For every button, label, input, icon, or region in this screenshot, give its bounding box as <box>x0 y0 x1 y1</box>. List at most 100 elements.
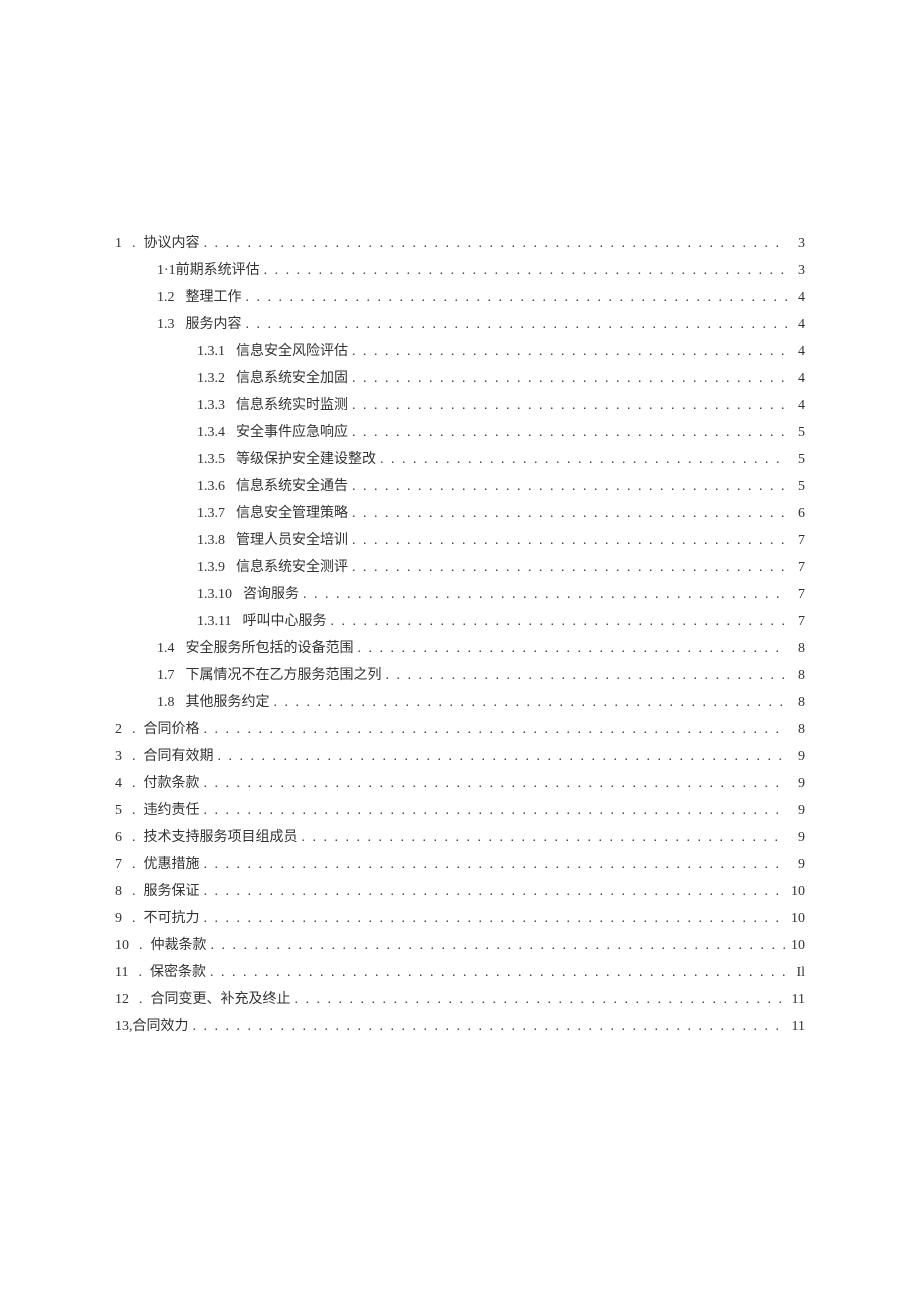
toc-entry-title: 信息系统安全加固 <box>236 365 348 392</box>
toc-leader-dots: . . . . . . . . . . . . . . . . . . . . … <box>270 689 788 716</box>
toc-entry: 11 .保密条款. . . . . . . . . . . . . . . . … <box>115 959 805 986</box>
toc-leader-dots: . . . . . . . . . . . . . . . . . . . . … <box>200 230 788 257</box>
toc-entry: 12 .合同变更、补充及终止. . . . . . . . . . . . . … <box>115 986 805 1013</box>
toc-entry-number: 6 <box>115 824 126 851</box>
toc-entry-page: 9 <box>787 797 805 824</box>
toc-leader-dots: . . . . . . . . . . . . . . . . . . . . … <box>354 635 788 662</box>
toc-entry: 1.3.2 信息系统安全加固. . . . . . . . . . . . . … <box>115 365 805 392</box>
toc-entry-number: 1.4 <box>157 635 179 662</box>
toc-entry-title: 下属情况不在乙方服务范围之列 <box>186 662 382 689</box>
toc-leader-dots: . . . . . . . . . . . . . . . . . . . . … <box>214 743 788 770</box>
toc-entry: 1.3.6 信息系统安全通告. . . . . . . . . . . . . … <box>115 473 805 500</box>
toc-entry: 6 .技术支持服务项目组成员. . . . . . . . . . . . . … <box>115 824 805 851</box>
toc-entry: 1.3.3 信息系统实时监测. . . . . . . . . . . . . … <box>115 392 805 419</box>
toc-entry-separator: . <box>126 878 144 905</box>
toc-entry-separator: . <box>133 932 151 959</box>
toc-entry-page: 6 <box>787 500 805 527</box>
toc-entry: 1.3.4 安全事件应急响应. . . . . . . . . . . . . … <box>115 419 805 446</box>
toc-entry-separator: . <box>126 743 144 770</box>
toc-entry-page: 11 <box>787 986 805 1013</box>
toc-leader-dots: . . . . . . . . . . . . . . . . . . . . … <box>260 257 787 284</box>
toc-entry-number: 1.2 <box>157 284 179 311</box>
toc-entry-page: 4 <box>787 365 805 392</box>
toc-entry-number: 5 <box>115 797 126 824</box>
toc-leader-dots: . . . . . . . . . . . . . . . . . . . . … <box>348 554 787 581</box>
toc-entry: 10 .仲裁条款. . . . . . . . . . . . . . . . … <box>115 932 805 959</box>
toc-entry-number: 1.8 <box>157 689 179 716</box>
toc-entry: 5 .违约责任. . . . . . . . . . . . . . . . .… <box>115 797 805 824</box>
toc-leader-dots: . . . . . . . . . . . . . . . . . . . . … <box>206 959 787 986</box>
toc-entry-number: 11 <box>115 959 132 986</box>
toc-entry-title: 仲裁条款 <box>151 932 207 959</box>
toc-leader-dots: . . . . . . . . . . . . . . . . . . . . … <box>348 500 784 527</box>
toc-entry-title: 信息安全风险评估 <box>236 338 348 365</box>
toc-leader-dots: . . . . . . . . . . . . . . . . . . . . … <box>189 1013 788 1040</box>
toc-entry: 8 .服务保证. . . . . . . . . . . . . . . . .… <box>115 878 805 905</box>
toc-entry-title: 信息安全管理策略 <box>236 500 348 527</box>
toc-entry-separator: . <box>126 824 144 851</box>
toc-entry-page: 7 <box>787 527 805 554</box>
toc-entry-page: 5 <box>787 446 805 473</box>
toc-entry-title: 整理工作 <box>186 284 242 311</box>
toc-entry: 1.4 安全服务所包括的设备范围. . . . . . . . . . . . … <box>115 635 805 662</box>
toc-leader-dots: . . . . . . . . . . . . . . . . . . . . … <box>200 770 788 797</box>
toc-leader-dots: . . . . . . . . . . . . . . . . . . . . … <box>348 419 784 446</box>
toc-entry: 1.7 下属情况不在乙方服务范围之列. . . . . . . . . . . … <box>115 662 805 689</box>
toc-entry-number: 1.3.11 <box>197 608 235 635</box>
toc-entry: 1 .协议内容. . . . . . . . . . . . . . . . .… <box>115 230 805 257</box>
toc-entry-title: 13,合同效力 <box>115 1013 189 1040</box>
toc-entry-title: 信息系统实时监测 <box>236 392 348 419</box>
toc-entry-page: 9 <box>787 743 805 770</box>
table-of-contents: 1 .协议内容. . . . . . . . . . . . . . . . .… <box>115 230 805 1040</box>
toc-entry-page: 9 <box>787 824 805 851</box>
toc-entry-title: 服务内容 <box>186 311 242 338</box>
toc-entry-separator: . <box>126 797 144 824</box>
toc-entry-number: 1.3.3 <box>197 392 229 419</box>
toc-entry-title: 付款条款 <box>144 770 200 797</box>
toc-entry: 3 .合同有效期. . . . . . . . . . . . . . . . … <box>115 743 805 770</box>
toc-entry-page: 4 <box>787 338 805 365</box>
toc-entry-title: 服务保证 <box>144 878 200 905</box>
toc-entry-title: 1·1前期系统评估 <box>157 257 260 284</box>
toc-leader-dots: . . . . . . . . . . . . . . . . . . . . … <box>348 527 787 554</box>
toc-entry: 1·1前期系统评估. . . . . . . . . . . . . . . .… <box>115 257 805 284</box>
toc-entry-page: 10 <box>787 905 805 932</box>
toc-leader-dots: . . . . . . . . . . . . . . . . . . . . … <box>382 662 788 689</box>
toc-entry: 1.3.7 信息安全管理策略. . . . . . . . . . . . . … <box>115 500 805 527</box>
toc-entry-separator: . <box>126 230 144 257</box>
toc-entry-page: 10 <box>787 932 805 959</box>
toc-leader-dots: . . . . . . . . . . . . . . . . . . . . … <box>348 365 784 392</box>
toc-entry-page: 8 <box>787 689 805 716</box>
toc-entry-separator: . <box>126 851 144 878</box>
toc-entry-number: 12 <box>115 986 133 1013</box>
toc-leader-dots: . . . . . . . . . . . . . . . . . . . . … <box>200 716 788 743</box>
toc-leader-dots: . . . . . . . . . . . . . . . . . . . . … <box>348 473 784 500</box>
toc-entry-title: 呼叫中心服务 <box>242 608 326 635</box>
toc-leader-dots: . . . . . . . . . . . . . . . . . . . . … <box>348 392 784 419</box>
toc-entry-number: 1.3.8 <box>197 527 229 554</box>
toc-leader-dots: . . . . . . . . . . . . . . . . . . . . … <box>242 284 788 311</box>
toc-entry-title: 违约责任 <box>144 797 200 824</box>
toc-entry-page: 8 <box>787 662 805 689</box>
toc-entry: 1.2 整理工作. . . . . . . . . . . . . . . . … <box>115 284 805 311</box>
toc-entry-page: 4 <box>787 392 805 419</box>
toc-entry-number: 1.3.9 <box>197 554 229 581</box>
toc-entry-page: 10 <box>787 878 805 905</box>
toc-entry-number: 7 <box>115 851 126 878</box>
toc-entry-page: 5 <box>787 473 805 500</box>
toc-entry: 1.3.5 等级保护安全建设整改. . . . . . . . . . . . … <box>115 446 805 473</box>
toc-entry-page: 4 <box>787 284 805 311</box>
toc-entry-number: 1 <box>115 230 126 257</box>
toc-entry-page: 7 <box>787 581 805 608</box>
toc-entry-page: 5 <box>787 419 805 446</box>
toc-entry-number: 1.3.10 <box>197 581 236 608</box>
toc-entry-title: 不可抗力 <box>144 905 200 932</box>
toc-entry-page: Il <box>787 959 805 986</box>
toc-leader-dots: . . . . . . . . . . . . . . . . . . . . … <box>200 878 788 905</box>
toc-entry-title: 合同有效期 <box>144 743 214 770</box>
toc-leader-dots: . . . . . . . . . . . . . . . . . . . . … <box>376 446 784 473</box>
toc-entry-number: 2 <box>115 716 126 743</box>
toc-entry-page: 9 <box>787 851 805 878</box>
toc-entry-number: 9 <box>115 905 126 932</box>
toc-leader-dots: . . . . . . . . . . . . . . . . . . . . … <box>348 338 787 365</box>
